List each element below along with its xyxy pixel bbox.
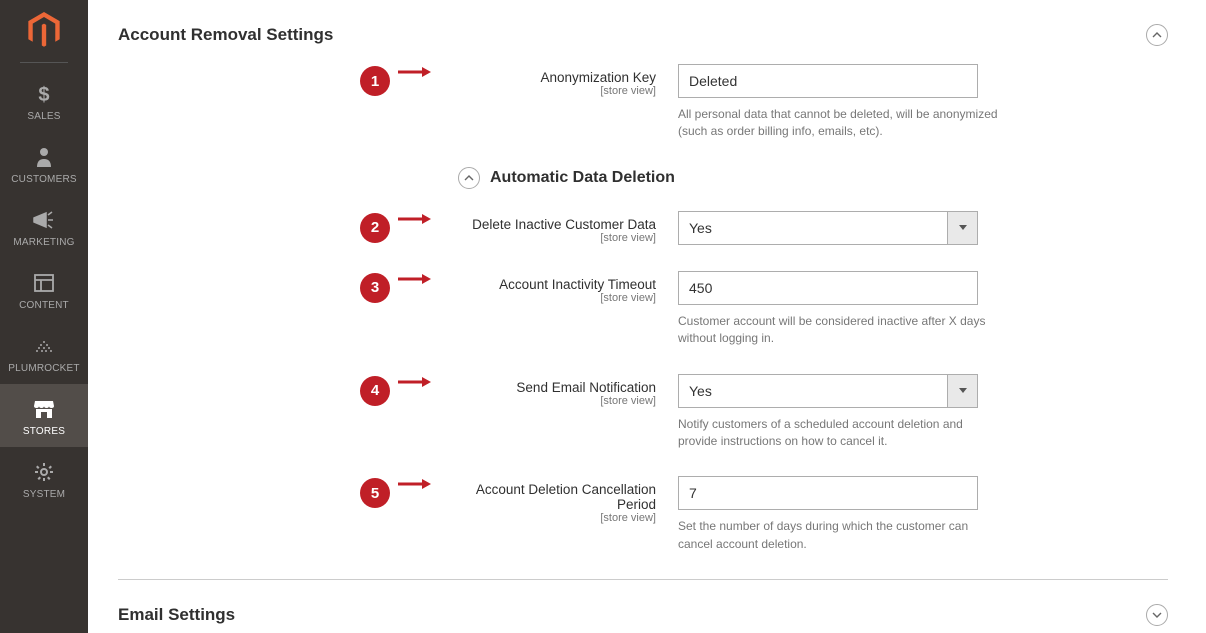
sidebar-item-system[interactable]: SYSTEM	[0, 447, 88, 510]
select-value: Yes	[679, 375, 947, 407]
section-header-account-removal: Account Removal Settings	[118, 0, 1168, 64]
dollar-icon: $	[32, 81, 56, 107]
arrow-icon	[398, 273, 432, 285]
cancellation-period-input[interactable]	[678, 476, 978, 510]
chevron-down-icon	[1152, 612, 1162, 618]
stores-icon	[32, 396, 56, 422]
gear-icon	[32, 459, 56, 485]
annotation-badge-3: 3	[360, 273, 390, 303]
layout-icon	[32, 270, 56, 296]
select-value: Yes	[679, 212, 947, 244]
annotation-badge-5: 5	[360, 478, 390, 508]
arrow-icon	[398, 66, 432, 78]
section-title-email: Email Settings	[118, 605, 235, 625]
field-label: Delete Inactive Customer Data	[458, 217, 656, 232]
sidebar-item-marketing[interactable]: MARKETING	[0, 195, 88, 258]
field-scope: [store view]	[458, 512, 656, 524]
field-help: Set the number of days during which the …	[678, 518, 998, 553]
select-dropdown-button[interactable]	[947, 375, 977, 407]
sidebar-item-stores[interactable]: STORES	[0, 384, 88, 447]
arrow-icon	[398, 478, 432, 490]
field-label: Account Inactivity Timeout	[458, 277, 656, 292]
megaphone-icon	[32, 207, 56, 233]
arrow-icon	[398, 376, 432, 388]
email-notification-select[interactable]: Yes	[678, 374, 978, 408]
annotation-badge-1: 1	[360, 66, 390, 96]
field-email-notification: 4 Send Email Notification [store view] Y…	[118, 374, 1168, 451]
arrow-icon	[398, 213, 432, 225]
subsection-automatic-deletion[interactable]: Automatic Data Deletion	[458, 167, 1168, 189]
field-inactivity-timeout: 3 Account Inactivity Timeout [store view…	[118, 271, 1168, 348]
collapse-button[interactable]	[1146, 24, 1168, 46]
sidebar-divider	[20, 62, 68, 63]
subsection-title: Automatic Data Deletion	[490, 169, 675, 187]
field-scope: [store view]	[458, 232, 656, 244]
sidebar-label-customers: CUSTOMERS	[11, 174, 77, 185]
sidebar-label-stores: STORES	[23, 426, 65, 437]
field-help: Notify customers of a scheduled account …	[678, 416, 998, 451]
section-header-email[interactable]: Email Settings	[118, 580, 1168, 633]
sidebar-label-plumrocket: PLUMROCKET	[8, 363, 79, 374]
magento-logo[interactable]	[26, 12, 62, 48]
sidebar-label-system: SYSTEM	[23, 489, 65, 500]
delete-inactive-select[interactable]: Yes	[678, 211, 978, 245]
caret-down-icon	[959, 225, 967, 230]
caret-down-icon	[959, 388, 967, 393]
plumrocket-icon	[32, 333, 56, 359]
collapse-button-sub[interactable]	[458, 167, 480, 189]
field-label: Anonymization Key	[458, 70, 656, 85]
svg-text:$: $	[38, 84, 49, 105]
field-help: Customer account will be considered inac…	[678, 313, 998, 348]
sidebar-label-marketing: MARKETING	[13, 237, 74, 248]
anonymization-key-input[interactable]	[678, 64, 978, 98]
field-anonymization-key: 1 Anonymization Key [store view] All per…	[118, 64, 1168, 141]
chevron-up-icon	[464, 175, 474, 181]
main-content: Account Removal Settings 1 Anonymization…	[88, 0, 1206, 633]
sidebar-item-plumrocket[interactable]: PLUMROCKET	[0, 321, 88, 384]
select-dropdown-button[interactable]	[947, 212, 977, 244]
admin-sidebar: $ SALES CUSTOMERS MARKETING CONTENT PLUM…	[0, 0, 88, 633]
field-scope: [store view]	[458, 292, 656, 304]
field-help: All personal data that cannot be deleted…	[678, 106, 998, 141]
field-scope: [store view]	[458, 85, 656, 97]
sidebar-item-customers[interactable]: CUSTOMERS	[0, 132, 88, 195]
inactivity-timeout-input[interactable]	[678, 271, 978, 305]
field-label: Send Email Notification	[458, 380, 656, 395]
sidebar-item-content[interactable]: CONTENT	[0, 258, 88, 321]
field-delete-inactive: 2 Delete Inactive Customer Data [store v…	[118, 211, 1168, 245]
annotation-badge-2: 2	[360, 213, 390, 243]
sidebar-label-content: CONTENT	[19, 300, 69, 311]
chevron-up-icon	[1152, 32, 1162, 38]
expand-button[interactable]	[1146, 604, 1168, 626]
sidebar-label-sales: SALES	[27, 111, 60, 122]
person-icon	[32, 144, 56, 170]
field-scope: [store view]	[458, 395, 656, 407]
sidebar-item-sales[interactable]: $ SALES	[0, 69, 88, 132]
section-title-account-removal: Account Removal Settings	[118, 25, 333, 45]
field-label: Account Deletion Cancellation Period	[458, 482, 656, 512]
annotation-badge-4: 4	[360, 376, 390, 406]
field-cancellation-period: 5 Account Deletion Cancellation Period […	[118, 476, 1168, 553]
